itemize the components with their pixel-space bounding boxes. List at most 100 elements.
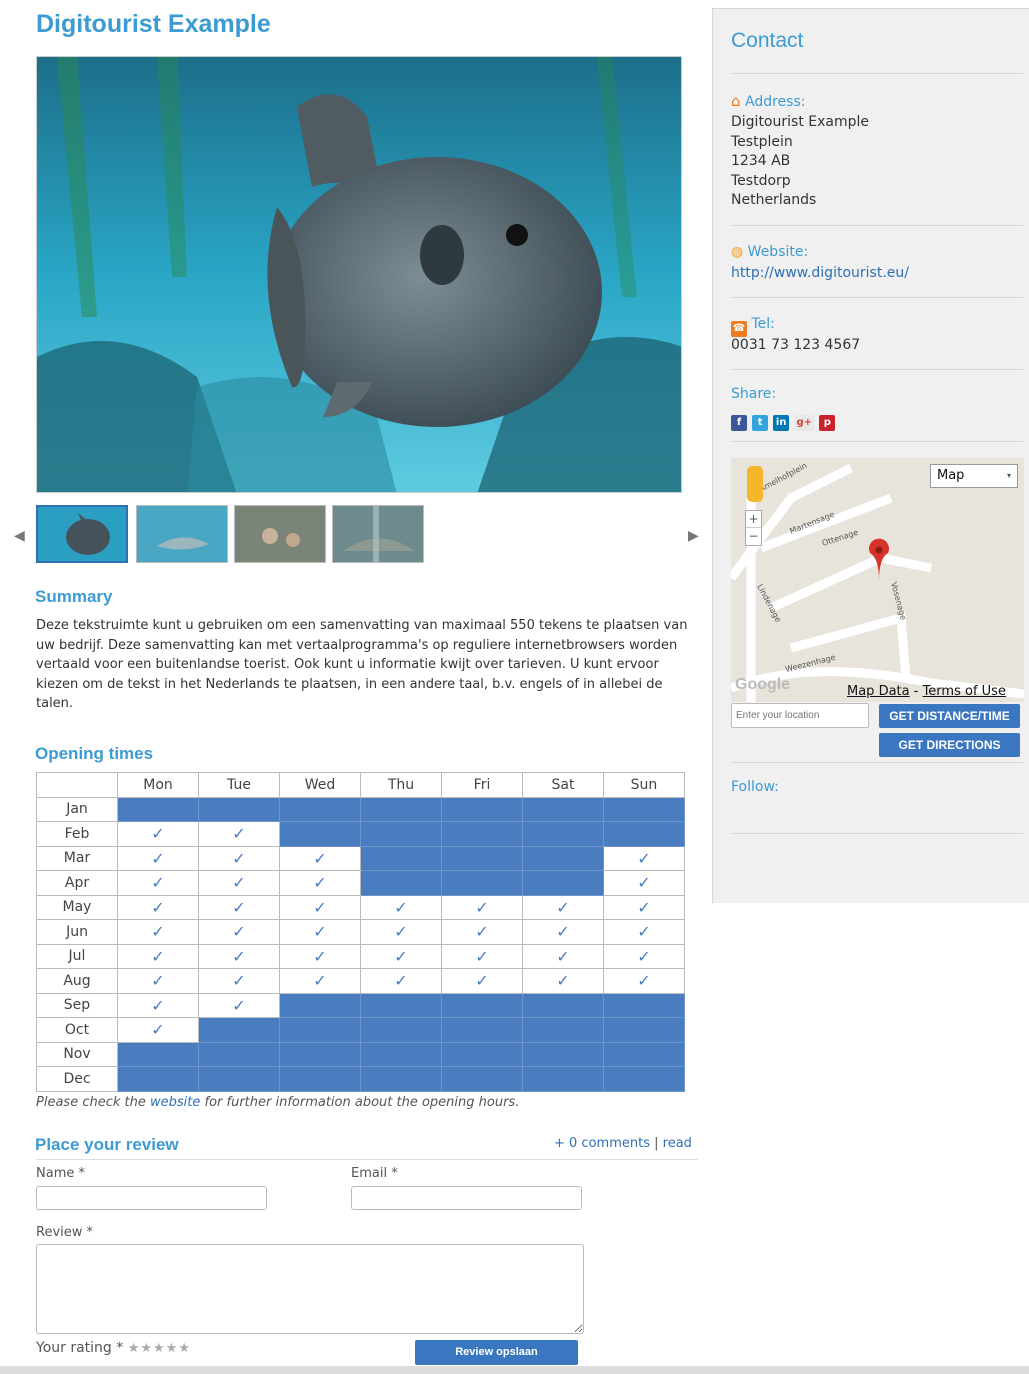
address-line: Netherlands bbox=[731, 192, 817, 208]
open-check-icon: ✓ bbox=[198, 992, 280, 1018]
closed-cell bbox=[441, 1041, 523, 1067]
open-check-icon: ✓ bbox=[117, 894, 199, 920]
terms-link[interactable]: Terms of Use bbox=[923, 684, 1006, 699]
closed-cell bbox=[522, 870, 604, 896]
location-map[interactable]: Amelhofplein Martensage Ottenage Lindena… bbox=[731, 458, 1024, 702]
address-line: Testdorp bbox=[731, 172, 791, 189]
closed-cell bbox=[522, 845, 604, 871]
closed-cell bbox=[360, 1017, 442, 1043]
twitter-icon[interactable]: t bbox=[752, 415, 769, 431]
day-header: Sat bbox=[522, 772, 604, 798]
map-type-select[interactable]: Map ▾ bbox=[930, 464, 1018, 488]
closed-cell bbox=[279, 1017, 361, 1043]
open-check-icon: ✓ bbox=[198, 943, 280, 969]
follow-label: Follow: bbox=[731, 779, 779, 795]
open-check-icon: ✓ bbox=[522, 968, 604, 994]
location-input[interactable] bbox=[731, 703, 869, 728]
closed-cell bbox=[117, 1041, 199, 1067]
closed-cell bbox=[279, 821, 361, 847]
website-label: Website: bbox=[747, 244, 809, 260]
website-link[interactable]: website bbox=[150, 1095, 200, 1110]
open-check-icon: ✓ bbox=[117, 968, 199, 994]
gallery-prev-arrow[interactable]: ◀ bbox=[14, 528, 25, 544]
address-line: Digitourist Example bbox=[731, 114, 869, 130]
open-check-icon: ✓ bbox=[198, 968, 280, 994]
review-textarea[interactable] bbox=[36, 1244, 584, 1334]
closed-cell bbox=[360, 1041, 442, 1067]
open-check-icon: ✓ bbox=[603, 943, 685, 969]
closed-cell bbox=[603, 1066, 685, 1092]
closed-cell bbox=[198, 1041, 280, 1067]
closed-cell bbox=[441, 992, 523, 1018]
submit-review-button[interactable]: Review opslaan bbox=[415, 1340, 578, 1365]
month-cell: Aug bbox=[36, 968, 118, 994]
closed-cell bbox=[360, 870, 442, 896]
open-check-icon: ✓ bbox=[279, 894, 361, 920]
day-header: Tue bbox=[198, 772, 280, 798]
pinterest-icon[interactable]: p bbox=[819, 415, 836, 431]
sidebar-divider bbox=[731, 225, 1023, 226]
open-check-icon: ✓ bbox=[117, 870, 199, 896]
note-suffix: for further information about the openin… bbox=[200, 1095, 520, 1110]
get-directions-button[interactable]: GET DIRECTIONS bbox=[879, 733, 1020, 757]
street-view-pegman-icon[interactable] bbox=[747, 466, 763, 502]
open-check-icon: ✓ bbox=[441, 919, 523, 945]
rating-row: Your rating * ★★★★★ bbox=[36, 1340, 191, 1356]
zoom-out-button[interactable]: − bbox=[746, 528, 761, 544]
gallery-next-arrow[interactable]: ▶ bbox=[688, 528, 699, 544]
website-url-link[interactable]: http://www.digitourist.eu/ bbox=[731, 264, 909, 284]
summary-heading: Summary bbox=[35, 587, 113, 606]
open-check-icon: ✓ bbox=[279, 968, 361, 994]
closed-cell bbox=[360, 845, 442, 871]
table-row: Dec bbox=[36, 1066, 685, 1092]
google-plus-icon[interactable]: g+ bbox=[794, 415, 815, 431]
closed-cell bbox=[279, 1041, 361, 1067]
corner-cell bbox=[36, 772, 118, 798]
open-check-icon: ✓ bbox=[198, 845, 280, 871]
hero-image[interactable] bbox=[36, 56, 682, 493]
linkedin-icon[interactable]: in bbox=[773, 415, 790, 431]
closed-cell bbox=[198, 796, 280, 822]
open-check-icon: ✓ bbox=[279, 919, 361, 945]
open-check-icon: ✓ bbox=[603, 845, 685, 871]
day-header: Mon bbox=[117, 772, 199, 798]
closed-cell bbox=[522, 992, 604, 1018]
attribution-dash: - bbox=[909, 684, 923, 699]
bottom-scrollbar[interactable] bbox=[0, 1366, 1029, 1374]
closed-cell bbox=[441, 1017, 523, 1043]
open-check-icon: ✓ bbox=[117, 919, 199, 945]
closed-cell bbox=[117, 796, 199, 822]
email-input[interactable] bbox=[351, 1186, 582, 1210]
open-check-icon: ✓ bbox=[117, 845, 199, 871]
name-input[interactable] bbox=[36, 1186, 267, 1210]
closed-cell bbox=[279, 992, 361, 1018]
comments-count-link[interactable]: + 0 comments bbox=[554, 1136, 650, 1151]
address-label: Address: bbox=[744, 94, 806, 110]
zoom-in-button[interactable]: + bbox=[746, 511, 761, 528]
rating-stars[interactable]: ★★★★★ bbox=[128, 1341, 191, 1356]
month-cell: Jan bbox=[36, 796, 118, 822]
sidebar-divider bbox=[731, 762, 1023, 763]
review-heading: Place your review bbox=[35, 1135, 179, 1154]
open-check-icon: ✓ bbox=[441, 943, 523, 969]
thumbnail-1[interactable] bbox=[36, 505, 128, 563]
closed-cell bbox=[522, 1041, 604, 1067]
read-link[interactable]: read bbox=[663, 1136, 692, 1151]
open-check-icon: ✓ bbox=[441, 968, 523, 994]
month-cell: Oct bbox=[36, 1017, 118, 1043]
open-check-icon: ✓ bbox=[117, 821, 199, 847]
page-title: Digitourist Example bbox=[36, 10, 271, 38]
closed-cell bbox=[522, 796, 604, 822]
get-distance-button[interactable]: GET DISTANCE/TIME bbox=[879, 704, 1020, 728]
closed-cell bbox=[360, 821, 442, 847]
sidebar-divider bbox=[731, 73, 1023, 74]
open-check-icon: ✓ bbox=[279, 870, 361, 896]
map-data-link[interactable]: Map Data bbox=[847, 684, 910, 699]
thumbnail-2[interactable] bbox=[136, 505, 228, 563]
thumbnail-4[interactable] bbox=[332, 505, 424, 563]
month-cell: Apr bbox=[36, 870, 118, 896]
table-row: Apr ✓ ✓ ✓ ✓ bbox=[36, 870, 685, 896]
facebook-icon[interactable]: f bbox=[731, 415, 747, 431]
thumbnail-3[interactable] bbox=[234, 505, 326, 563]
closed-cell bbox=[441, 796, 523, 822]
